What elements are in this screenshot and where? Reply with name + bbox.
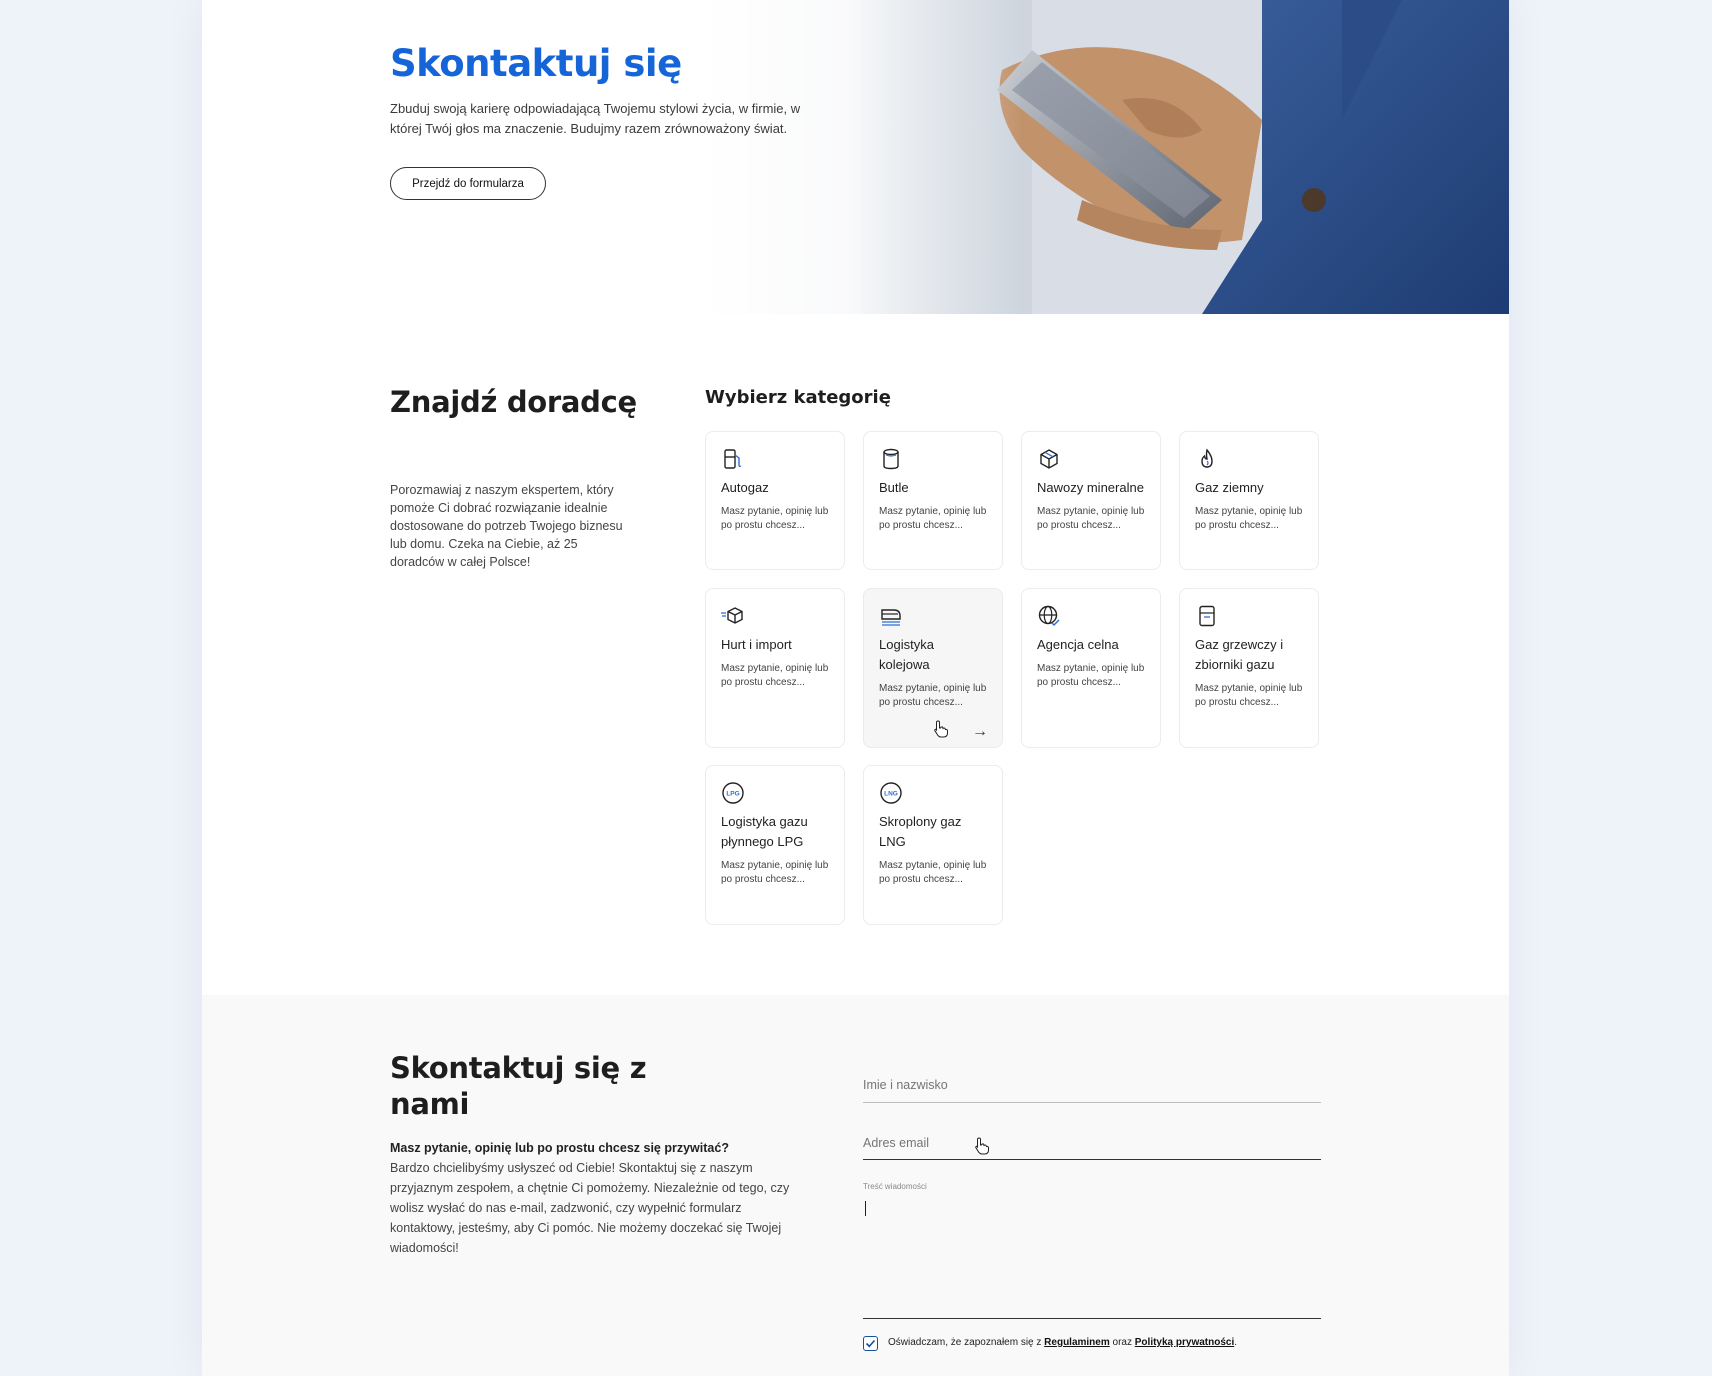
category-card-butle[interactable]: Butle Masz pytanie, opinię lub po prostu… xyxy=(863,431,1003,570)
consent-suffix: . xyxy=(1234,1337,1238,1348)
category-subtitle: Masz pytanie, opinię lub po prostu chces… xyxy=(721,663,829,688)
category-title: Nawozy mineralne xyxy=(1037,480,1144,495)
go-to-form-button[interactable]: Przejdź do formularza xyxy=(390,167,546,200)
category-card-hurt-import[interactable]: Hurt i import Masz pytanie, opinię lub p… xyxy=(705,588,845,748)
category-subtitle: Masz pytanie, opinię lub po prostu chces… xyxy=(721,860,829,885)
category-subtitle: Masz pytanie, opinię lub po prostu chces… xyxy=(1037,506,1145,531)
consent-text: Oświadczam, że zapoznałem się z Regulami… xyxy=(888,1337,1237,1348)
email-underline xyxy=(863,1159,1321,1160)
category-subtitle: Masz pytanie, opinię lub po prostu chces… xyxy=(1037,663,1145,688)
contact-body: Bardzo chcielibyśmy usłyszeć od Ciebie! … xyxy=(390,1161,790,1255)
train-icon xyxy=(881,609,901,626)
advisor-title: Znajdź doradcę xyxy=(390,385,637,419)
category-title: Agencja celna xyxy=(1037,637,1119,652)
privacy-policy-link[interactable]: Polityką prywatności xyxy=(1135,1337,1234,1348)
category-card-lng[interactable]: LNG Skroplony gaz LNG Masz pytanie, opin… xyxy=(863,765,1003,925)
contact-section: Skontaktuj się z nami Masz pytanie, opin… xyxy=(202,995,1509,1376)
category-heading: Wybierz kategorię xyxy=(705,387,891,408)
hero-description: Zbuduj swoją karierę odpowiadającą Twoje… xyxy=(390,101,801,136)
consent-middle: oraz xyxy=(1109,1337,1135,1348)
hand-cursor-icon xyxy=(975,1137,989,1155)
full-name-underline xyxy=(863,1102,1321,1103)
category-card-logistyka-lpg[interactable]: LPG Logistyka gazu płynnego LPG Masz pyt… xyxy=(705,765,845,925)
hero-image-fade xyxy=(702,0,1022,314)
category-title: Hurt i import xyxy=(721,637,792,652)
category-title: Butle xyxy=(879,480,909,495)
hand-cursor-icon xyxy=(934,720,948,738)
category-title: Gaz grzewczy i zbiorniki gazu xyxy=(1195,637,1284,672)
contact-lead: Masz pytanie, opinię lub po prostu chces… xyxy=(390,1141,729,1155)
category-card-nawozy[interactable]: Nawozy mineralne Masz pytanie, opinię lu… xyxy=(1021,431,1161,570)
hero-title: Skontaktuj się xyxy=(390,42,682,85)
category-subtitle: Masz pytanie, opinię lub po prostu chces… xyxy=(879,860,987,885)
category-subtitle: Masz pytanie, opinię lub po prostu chces… xyxy=(721,506,829,531)
category-card-autogaz[interactable]: Autogaz Masz pytanie, opinię lub po pros… xyxy=(705,431,845,570)
category-subtitle: Masz pytanie, opinię lub po prostu chces… xyxy=(1195,506,1303,531)
contact-title: Skontaktuj się z nami xyxy=(390,1051,647,1121)
message-underline xyxy=(863,1318,1321,1319)
gas-tank-icon xyxy=(1199,605,1215,627)
fuel-pump-icon xyxy=(724,449,742,469)
fast-box-icon xyxy=(721,607,743,624)
category-title: Logistyka gazu płynnego LPG xyxy=(721,814,808,849)
message-label: Treść wiadomości xyxy=(863,1182,927,1191)
page: Skontaktuj się Zbuduj swoją karierę odpo… xyxy=(202,0,1509,1376)
gas-cylinder-icon xyxy=(883,448,899,470)
full-name-input[interactable] xyxy=(863,1075,1321,1095)
consent-checkbox[interactable] xyxy=(863,1336,878,1351)
checkmark-icon xyxy=(865,1339,876,1348)
category-subtitle: Masz pytanie, opinię lub po prostu chces… xyxy=(879,683,987,708)
category-subtitle: Masz pytanie, opinię lub po prostu chces… xyxy=(1195,683,1303,708)
hero-section: Skontaktuj się Zbuduj swoją karierę odpo… xyxy=(202,0,1509,314)
lpg-badge-text: LPG xyxy=(726,791,739,798)
consent-prefix: Oświadczam, że zapoznałem się z xyxy=(888,1337,1045,1348)
category-card-gaz-grzewczy[interactable]: Gaz grzewczy i zbiorniki gazu Masz pytan… xyxy=(1179,588,1319,748)
category-title: Skroplony gaz LNG xyxy=(879,814,962,849)
category-subtitle: Masz pytanie, opinię lub po prostu chces… xyxy=(879,506,987,531)
arrow-right-icon: → xyxy=(972,723,988,740)
terms-link[interactable]: Regulaminem xyxy=(1044,1337,1110,1348)
globe-check-icon xyxy=(1038,605,1060,627)
flame-icon xyxy=(1201,448,1213,468)
lng-badge-icon: LNG xyxy=(880,782,902,804)
lng-badge-text: LNG xyxy=(884,791,898,798)
cube-icon xyxy=(1040,449,1058,469)
message-textarea[interactable] xyxy=(863,1195,1321,1305)
email-input[interactable] xyxy=(863,1133,1321,1153)
lpg-badge-icon: LPG xyxy=(722,782,744,804)
category-title: Autogaz xyxy=(721,480,769,495)
advisor-description: Porozmawiaj z naszym ekspertem, który po… xyxy=(390,483,623,569)
category-title: Gaz ziemny xyxy=(1195,480,1264,495)
category-card-agencja-celna[interactable]: Agencja celna Masz pytanie, opinię lub p… xyxy=(1021,588,1161,748)
category-card-gaz-ziemny[interactable]: Gaz ziemny Masz pytanie, opinię lub po p… xyxy=(1179,431,1319,570)
category-title: Logistyka kolejowa xyxy=(879,637,934,672)
